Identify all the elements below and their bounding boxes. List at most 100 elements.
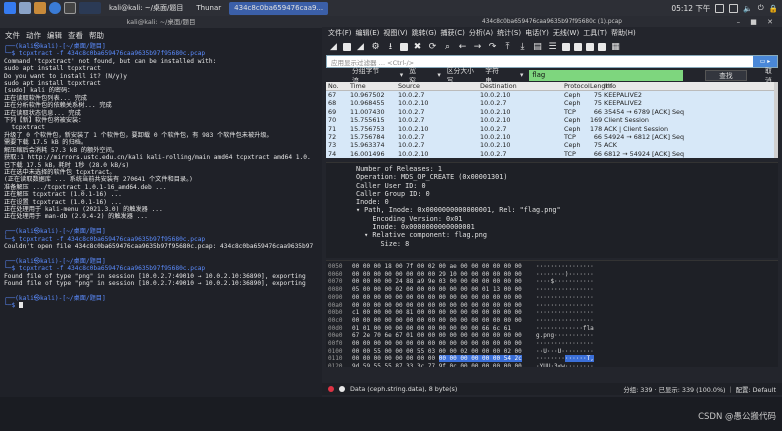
terminal-icon[interactable]: [64, 2, 76, 14]
hex-row[interactable]: 00 00 00 18 00 7f 00 02 00 ae 00 00 00 0…: [352, 263, 526, 271]
autoscroll-icon[interactable]: ▤: [532, 42, 543, 53]
ascii-row[interactable]: ················: [536, 294, 778, 302]
column-header[interactable]: Protocol: [564, 82, 590, 90]
colorize-icon[interactable]: ☰: [547, 42, 558, 53]
wireshark-menu-item[interactable]: 电话(Y): [525, 28, 549, 38]
wireshark-menu-item[interactable]: 工具(T): [583, 28, 607, 38]
column-header[interactable]: Length: [590, 82, 612, 90]
detail-line[interactable]: Caller User ID: 0: [356, 182, 748, 190]
reload-icon[interactable]: ⟳: [427, 42, 438, 53]
packet-row[interactable]: 73 15.963374 10.0.2.7 10.0.2.10 Ceph 75 ACK: [326, 141, 778, 150]
detail-line[interactable]: Encoding Version: 0x01: [356, 215, 748, 223]
hex-row[interactable]: 00 00 00 00 00 00 00 00 00 00 00 00 00 0…: [352, 294, 526, 302]
ascii-row[interactable]: ················: [536, 302, 778, 310]
status-profile[interactable]: 配置: Default: [736, 385, 776, 394]
ascii-row[interactable]: ················: [536, 340, 778, 348]
wireshark-menu-item[interactable]: 视图(V): [383, 28, 407, 38]
terminal-menu-item[interactable]: 查看: [68, 30, 83, 40]
lock-icon[interactable]: 🔒: [769, 4, 778, 13]
go-first-icon[interactable]: ⤒: [502, 42, 513, 53]
hex-row[interactable]: 00 00 00 00 00 00 00 00 00 00 00 00 00 0…: [352, 355, 526, 363]
expand-icon[interactable]: ▦: [610, 42, 621, 53]
go-last-icon[interactable]: ⤓: [517, 42, 528, 53]
ascii-row[interactable]: ················: [536, 317, 778, 325]
hex-row[interactable]: 05 00 00 00 02 00 00 00 00 00 00 00 01 1…: [352, 286, 526, 294]
detail-line[interactable]: Inode: 0: [356, 198, 748, 206]
terminal-menu-item[interactable]: 文件: [5, 30, 20, 40]
ascii-row[interactable]: ·············fla: [536, 325, 778, 333]
detail-line[interactable]: Inode: 0x0000000000000001: [356, 223, 748, 231]
close-file-icon[interactable]: ✖: [412, 42, 423, 53]
kali-menu-icon[interactable]: [4, 2, 16, 14]
detail-line[interactable]: Caller Group ID: 0: [356, 190, 748, 198]
column-header[interactable]: Time: [350, 82, 398, 90]
column-header[interactable]: Destination: [480, 82, 564, 90]
hex-row[interactable]: 01 01 00 00 00 00 00 00 00 00 00 00 66 6…: [352, 325, 526, 333]
hex-row[interactable]: 00 00 00 00 00 00 00 00 00 00 00 00 00 0…: [352, 317, 526, 325]
volume-icon[interactable]: 🔈: [743, 4, 752, 13]
ascii-row[interactable]: ··············T,: [536, 355, 778, 363]
hex-row[interactable]: 67 2e 70 6e 67 01 00 00 00 00 00 00 00 0…: [352, 332, 526, 340]
expert-info-icon[interactable]: [328, 386, 334, 392]
zoom-out-icon[interactable]: [574, 43, 582, 51]
go-back-icon[interactable]: ←: [457, 42, 468, 53]
task-terminal[interactable]: kali@kali: ~/桌面/题目: [104, 2, 188, 15]
detail-line[interactable]: ▾ Path, Inode: 0x0000000000000001, Rel: …: [356, 206, 748, 214]
packet-row[interactable]: 68 10.968455 10.0.2.10 10.0.2.7 Ceph 75 KEEPAL…: [326, 99, 778, 108]
shark-fin-icon[interactable]: ◢: [328, 42, 339, 53]
stop-capture-icon[interactable]: [343, 43, 351, 51]
find-button[interactable]: 查找: [704, 69, 747, 81]
restart-capture-icon[interactable]: ◢: [355, 42, 366, 53]
packet-row[interactable]: 69 11.007430 10.0.2.7 10.0.2.10 TCP 66 35454 →…: [326, 107, 778, 117]
terminal-menu-item[interactable]: 编辑: [47, 30, 62, 40]
detail-line[interactable]: Size: 8: [356, 240, 748, 248]
open-file-icon[interactable]: ⭳: [385, 42, 396, 53]
hex-row[interactable]: 00 00 00 00 24 88 a9 9e 03 00 00 00 00 0…: [352, 278, 526, 286]
ascii-row[interactable]: ········)·······: [536, 271, 778, 279]
task-thunar[interactable]: Thunar: [191, 2, 226, 15]
save-file-icon[interactable]: [400, 43, 408, 51]
detail-line[interactable]: Operation: MDS_OP_CREATE (0x00001301): [356, 173, 748, 181]
packet-row[interactable]: 67 10.967502 10.0.2.7 10.0.2.10 Ceph 75 KEEPAL…: [326, 91, 778, 100]
packet-list-scrollbar[interactable]: [774, 82, 778, 158]
hex-row[interactable]: 00 00 00 00 00 00 00 00 29 10 00 00 00 0…: [352, 271, 526, 279]
hex-row[interactable]: 00 00 55 00 00 00 55 03 00 00 02 00 00 0…: [352, 348, 526, 356]
ascii-row[interactable]: ················: [536, 286, 778, 294]
wireshark-menu-item[interactable]: 文件(F): [328, 28, 352, 38]
wireshark-menu-item[interactable]: 统计(S): [497, 28, 521, 38]
terminal-output[interactable]: ┌──(kali㉿kali)-[~/桌面/题目] └─$ tcpxtract -f…: [0, 41, 322, 312]
hex-row[interactable]: 00 00 00 00 00 00 00 00 00 00 00 00 00 0…: [352, 340, 526, 348]
task-wireshark[interactable]: 434c8c0ba659476caa9...: [229, 1, 329, 15]
detail-line[interactable]: Number of Releases: 1: [356, 165, 748, 173]
window-controls[interactable]: – ■ ✕: [737, 18, 777, 26]
detail-line[interactable]: ▾ Relative component: flag.png: [356, 231, 748, 239]
ascii-row[interactable]: g.png···········: [536, 332, 778, 340]
hex-row[interactable]: 00 00 00 00 00 00 00 00 00 00 00 00 00 0…: [352, 302, 526, 310]
packet-row[interactable]: 74 16.001496 10.0.2.10 10.0.2.7 TCP 66 6812 → …: [326, 149, 778, 158]
wireshark-menu-item[interactable]: 捕获(C): [441, 28, 465, 38]
resize-columns-icon[interactable]: [598, 43, 606, 51]
terminal-menu-item[interactable]: 帮助: [89, 30, 104, 40]
wireshark-menu-item[interactable]: 编辑(E): [356, 28, 380, 38]
go-to-packet-icon[interactable]: ↷: [487, 42, 498, 53]
files-icon[interactable]: [34, 2, 46, 14]
window-icon[interactable]: [729, 3, 739, 13]
desktop-icon[interactable]: [19, 2, 31, 14]
wireshark-menu-item[interactable]: 无线(W): [553, 28, 579, 38]
hex-row[interactable]: c1 00 00 00 00 81 00 00 00 00 00 00 00 0…: [352, 309, 526, 317]
packet-row[interactable]: 71 15.756753 10.0.2.10 10.0.2.7 Ceph 178 ACK |…: [326, 124, 778, 133]
wireshark-menu-item[interactable]: 分析(A): [469, 28, 493, 38]
find-packet-icon[interactable]: ⌕: [442, 42, 453, 53]
wireshark-menu-item[interactable]: 跳转(G): [412, 28, 437, 38]
ascii-row[interactable]: ················: [536, 309, 778, 317]
power-icon[interactable]: ⏻: [758, 3, 764, 13]
column-header[interactable]: No.: [326, 82, 350, 90]
options-icon[interactable]: ⚙: [370, 42, 381, 53]
normal-size-icon[interactable]: [586, 43, 594, 51]
column-header[interactable]: Info: [604, 82, 778, 90]
browser-icon[interactable]: [49, 2, 61, 14]
packet-row[interactable]: 70 15.755615 10.0.2.7 10.0.2.10 Ceph 169 Clien…: [326, 116, 778, 125]
hex-row[interactable]: 9d 59 55 55 87 33 3c 77 9f 0c 00 00 00 0…: [352, 363, 526, 367]
find-input[interactable]: flag: [529, 69, 683, 81]
column-header[interactable]: Source: [398, 82, 480, 90]
